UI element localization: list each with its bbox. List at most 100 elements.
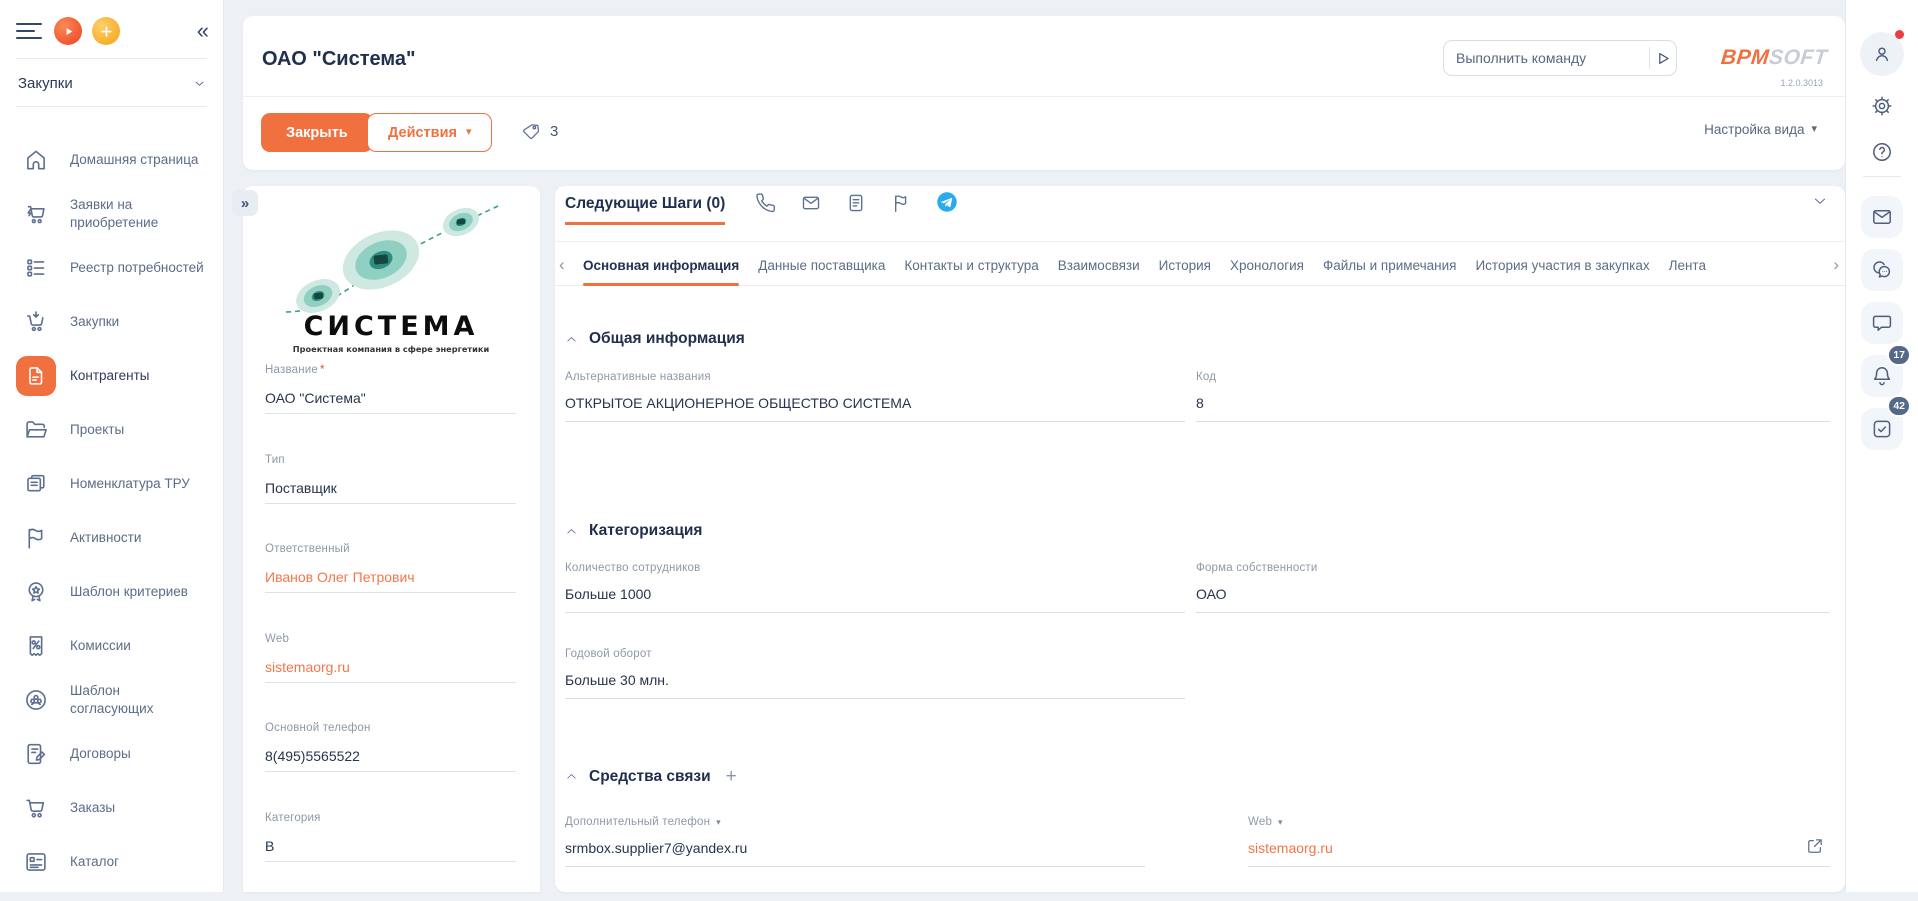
- registry-list-icon: [16, 248, 56, 288]
- section-communication-header[interactable]: Средства связи +: [565, 767, 737, 786]
- divider: [16, 106, 207, 107]
- svg-text:Проектная компания в сфере эне: Проектная компания в сфере энергетики: [293, 344, 490, 354]
- open-link-button[interactable]: [1805, 836, 1825, 856]
- panel-expand-button[interactable]: »: [232, 190, 258, 216]
- actions-button[interactable]: Действия ▾: [367, 113, 492, 152]
- chevron-down-icon: [1811, 192, 1829, 210]
- section-general-header[interactable]: Общая информация: [565, 330, 745, 348]
- command-run-button[interactable]: [1650, 41, 1676, 75]
- sidebar-item-home[interactable]: Домашняя страница: [0, 133, 223, 187]
- tabs-scroll-left[interactable]: ‹: [559, 255, 565, 275]
- tabs-scroll-right[interactable]: ›: [1833, 255, 1839, 275]
- field-web-link[interactable]: sistemaorg.ru: [265, 659, 350, 675]
- tab-timeline[interactable]: Хронология: [1230, 246, 1304, 285]
- sidebar-item-accounts[interactable]: Контрагенты: [0, 349, 223, 403]
- next-steps-collapse-button[interactable]: [1811, 192, 1829, 210]
- email-center-button[interactable]: [1861, 196, 1903, 238]
- caret-down-icon: ▾: [1811, 124, 1817, 135]
- home-icon: [16, 140, 56, 180]
- document-icon: [16, 356, 56, 396]
- bpmsoft-app: « Закупки Домашняя страница Заявки на пр…: [0, 0, 1918, 892]
- caret-down-icon[interactable]: ▾: [1278, 818, 1283, 827]
- required-mark: *: [320, 364, 325, 376]
- tab-procurement-history[interactable]: История участия в закупках: [1475, 246, 1649, 285]
- caret-down-icon[interactable]: ▾: [716, 818, 721, 827]
- field-phone-value: 8(495)5565522: [265, 748, 360, 764]
- field-ownership: Форма собственности ОАО: [1196, 562, 1830, 574]
- sidebar-item-commissions[interactable]: Комиссии: [0, 619, 223, 673]
- settings-button[interactable]: [1861, 88, 1903, 124]
- percent-ticket-icon: [16, 626, 56, 666]
- feed-chat-button[interactable]: [1861, 302, 1903, 344]
- profile-fields: Название* ОАО "Система" Тип Поставщик От…: [265, 364, 516, 901]
- tags-button[interactable]: 3: [520, 120, 558, 142]
- group-circle-icon: [16, 680, 56, 720]
- check-square-icon: [1870, 417, 1894, 441]
- field-owner-link[interactable]: Иванов Олег Петрович: [265, 569, 415, 585]
- tab-relationships[interactable]: Взаимосвязи: [1058, 246, 1140, 285]
- tab-history[interactable]: История: [1159, 246, 1211, 285]
- tab-feed[interactable]: Лента: [1669, 246, 1706, 285]
- gear-icon: [1870, 94, 1894, 118]
- email-button[interactable]: [800, 191, 824, 215]
- sidebar-item-procurements[interactable]: Закупки: [0, 295, 223, 349]
- help-button[interactable]: [1861, 134, 1903, 170]
- activity-button[interactable]: [890, 191, 914, 215]
- bell-icon: [1870, 364, 1894, 388]
- menu-hamburger-icon[interactable]: [16, 19, 42, 44]
- field-web: Web sistemaorg.ru: [265, 633, 516, 723]
- sidebar-item-approvers-template[interactable]: Шаблон согласующих: [0, 673, 223, 727]
- field-employees: Количество сотрудников Больше 1000: [565, 562, 1185, 574]
- close-button[interactable]: Закрыть: [261, 113, 373, 152]
- sidebar-item-needs-registry[interactable]: Реестр потребностей: [0, 241, 223, 295]
- sidebar-item-catalog[interactable]: Каталог: [0, 835, 223, 889]
- flag-icon: [16, 518, 56, 558]
- folder-icon: [16, 410, 56, 450]
- record-main-panel: Следующие Шаги (0) ‹ Основная информация…: [555, 186, 1845, 892]
- comm-web-link[interactable]: sistemaorg.ru: [1248, 840, 1333, 856]
- quick-add-button[interactable]: [92, 17, 120, 45]
- tab-supplier-data[interactable]: Данные поставщика: [758, 246, 885, 285]
- tabs: Основная информация Данные поставщика Ко…: [583, 246, 1706, 285]
- field-name-value: ОАО "Система": [265, 390, 366, 406]
- external-link-icon: [1805, 836, 1825, 856]
- page-title: ОАО "Система": [262, 48, 416, 71]
- sidebar-item-criteria-template[interactable]: Шаблон критериев: [0, 565, 223, 619]
- workspace-selector[interactable]: Закупки: [18, 64, 207, 102]
- run-process-button[interactable]: [54, 17, 82, 45]
- task-button[interactable]: [845, 191, 869, 215]
- app-version: 1.2.0.3013: [1780, 78, 1823, 88]
- field-additional-phone: Дополнительный телефон ▾ srmbox.supplier…: [565, 816, 1145, 828]
- right-rail: 17 42: [1845, 0, 1918, 892]
- tabs-bar: ‹ Основная информация Данные поставщика …: [555, 246, 1845, 286]
- call-button[interactable]: [755, 191, 779, 215]
- tab-main-info[interactable]: Основная информация: [583, 246, 739, 285]
- section-categorization-header[interactable]: Категоризация: [565, 522, 702, 540]
- messenger-button[interactable]: [1861, 249, 1903, 291]
- envelope-icon: [800, 192, 822, 214]
- telegram-icon: [936, 191, 958, 213]
- tab-files-notes[interactable]: Файлы и примечания: [1323, 246, 1456, 285]
- sidebar-item-projects[interactable]: Проекты: [0, 403, 223, 457]
- catalog-card-icon: [16, 842, 56, 882]
- sidebar-item-nomenclature[interactable]: Номенклатура ТРУ: [0, 457, 223, 511]
- sidebar: « Закупки Домашняя страница Заявки на пр…: [0, 0, 224, 892]
- chevron-down-icon: [192, 76, 207, 91]
- add-communication-button[interactable]: +: [726, 767, 737, 786]
- next-steps-actions: [755, 191, 959, 215]
- telegram-button[interactable]: [935, 191, 959, 215]
- flag-icon: [890, 192, 912, 214]
- cart-request-icon: [16, 194, 56, 234]
- field-primary-phone: Основной телефон 8(495)5565522: [265, 722, 516, 812]
- cart-download-icon: [16, 302, 56, 342]
- sidebar-collapse-button[interactable]: «: [197, 20, 209, 42]
- sidebar-item-purchase-requests[interactable]: Заявки на приобретение: [0, 187, 223, 241]
- sidebar-item-contracts[interactable]: Договоры: [0, 727, 223, 781]
- command-input[interactable]: [1444, 41, 1649, 75]
- view-settings-button[interactable]: Настройка вида ▾: [1704, 122, 1817, 137]
- tab-contacts-structure[interactable]: Контакты и структура: [904, 246, 1038, 285]
- sidebar-item-orders[interactable]: Заказы: [0, 781, 223, 835]
- sidebar-item-activities[interactable]: Активности: [0, 511, 223, 565]
- command-line: [1443, 40, 1677, 76]
- field-code: Код 8: [1196, 371, 1830, 383]
